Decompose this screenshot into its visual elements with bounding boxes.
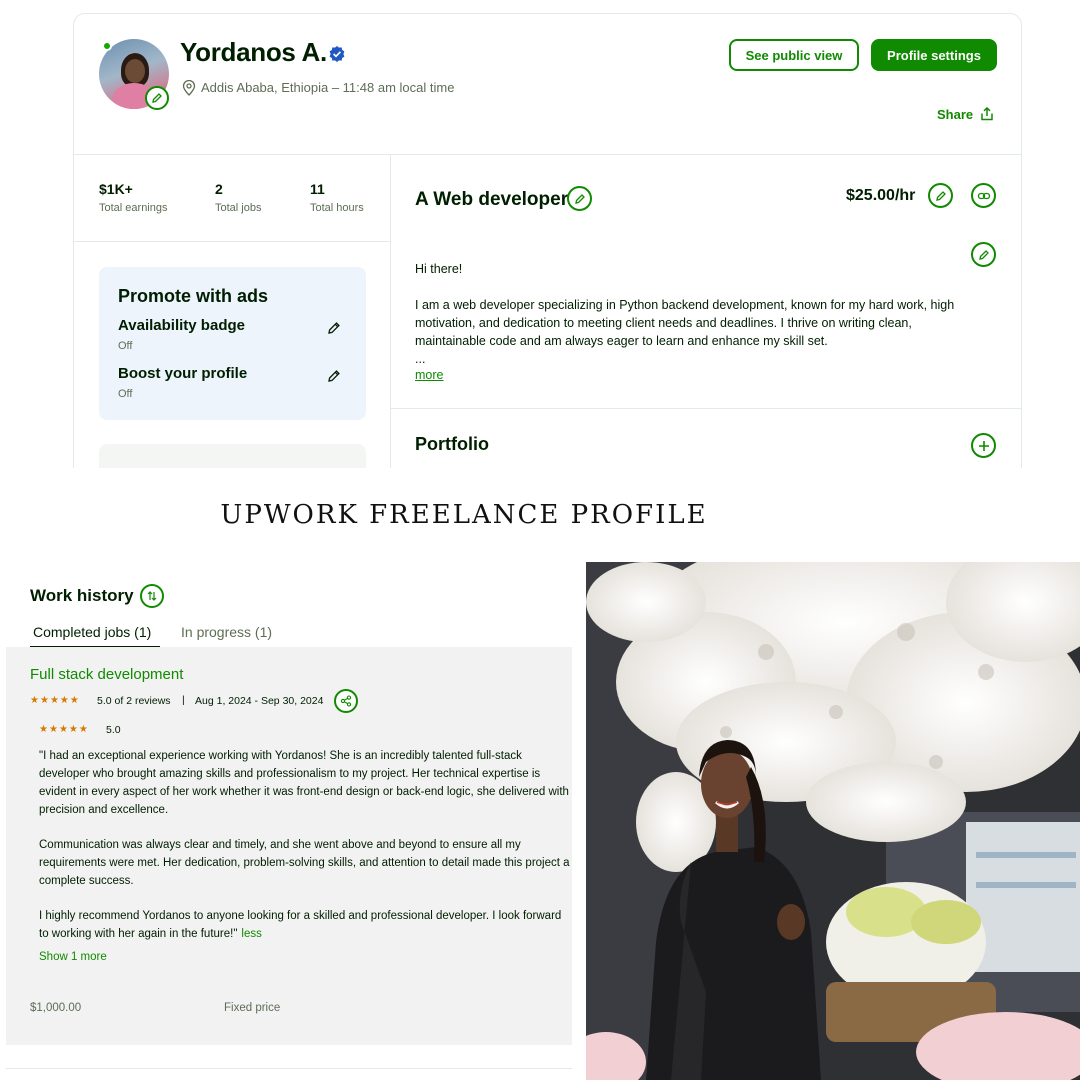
profile-photo <box>586 562 1080 1080</box>
divider <box>6 1068 572 1069</box>
stat-total-jobs: 2 Total jobs <box>215 181 261 214</box>
see-public-view-button[interactable]: See public view <box>729 39 859 71</box>
stat-label: Total jobs <box>215 202 262 214</box>
edit-availability-badge-pencil-icon[interactable] <box>327 321 341 335</box>
client-review: "I had an exceptional experience working… <box>39 747 571 943</box>
star-icon: ★ <box>59 695 70 706</box>
overview-more-link[interactable]: more <box>415 368 443 382</box>
promote-with-ads-panel: Promote with ads Availability badge Off … <box>99 267 366 420</box>
availability-badge-title: Availability badge <box>118 317 245 334</box>
boost-profile-status: Off <box>118 388 133 400</box>
availability-badge-status: Off <box>118 340 133 352</box>
profile-settings-button[interactable]: Profile settings <box>871 39 997 71</box>
star-icon: ★ <box>68 724 79 735</box>
sort-button[interactable] <box>140 584 164 608</box>
review-paragraph: "I had an exceptional experience working… <box>39 750 569 816</box>
edit-headline-button[interactable] <box>567 186 592 211</box>
divider <box>74 154 1021 155</box>
job-price: $1,000.00 <box>30 1002 82 1014</box>
job-price-type: Fixed price <box>224 1002 281 1014</box>
pencil-icon <box>935 190 946 201</box>
location-text: Addis Ababa, Ethiopia – 11:48 am local t… <box>201 80 455 95</box>
pencil-icon <box>978 249 989 260</box>
edit-overview-button[interactable] <box>971 242 996 267</box>
online-status-dot <box>102 41 112 51</box>
star-icon: ★ <box>58 724 69 735</box>
profile-overview: Hi there! I am a web developer specializ… <box>415 260 965 368</box>
boost-profile-title: Boost your profile <box>118 365 248 382</box>
stat-value: $1K+ <box>99 181 133 197</box>
link-icon <box>977 192 990 199</box>
profile-headline: A Web developer <box>415 189 569 210</box>
tab-completed-jobs[interactable]: Completed jobs (1) <box>33 624 151 640</box>
avatar-container <box>99 39 169 110</box>
portfolio-title: Portfolio <box>415 434 489 454</box>
stat-label: Total earnings <box>99 202 168 214</box>
share-job-button[interactable] <box>334 689 358 713</box>
column-divider <box>390 154 391 468</box>
review-paragraph: Communication was always clear and timel… <box>39 839 570 887</box>
work-history-title: Work history <box>30 586 134 605</box>
separator: | <box>182 694 185 706</box>
stat-label: Total hours <box>310 202 364 214</box>
review-less-link[interactable]: less <box>241 928 261 940</box>
pencil-icon <box>152 93 162 103</box>
tab-in-progress[interactable]: In progress (1) <box>181 624 272 640</box>
next-panel <box>99 444 366 468</box>
stat-value: 11 <box>310 181 325 197</box>
job-title-link[interactable]: Full stack development <box>30 666 183 683</box>
star-icon: ★ <box>30 695 40 706</box>
star-icon: ★ <box>49 695 60 706</box>
star-icon: ★ <box>39 695 50 706</box>
divider <box>74 241 390 242</box>
share-nodes-icon <box>340 695 352 707</box>
edit-boost-profile-pencil-icon[interactable] <box>327 369 341 383</box>
star-icon: ★ <box>48 724 59 735</box>
add-portfolio-button[interactable] <box>971 433 996 458</box>
overview-ellipsis: ... <box>415 352 426 366</box>
overview-body: I am a web developer specializing in Pyt… <box>415 298 955 348</box>
star-icon: ★ <box>78 724 89 735</box>
verified-badge-icon <box>329 46 345 62</box>
stat-value: 2 <box>215 181 223 197</box>
sort-arrows-icon <box>147 591 157 601</box>
share-button[interactable]: Share <box>937 106 995 122</box>
job-item: Full stack development ★★★★★ 5.0 of 2 re… <box>6 647 572 1045</box>
share-upload-icon <box>981 106 993 121</box>
portrait-with-flowers-image <box>586 562 1080 1080</box>
copy-link-button[interactable] <box>971 183 996 208</box>
rating-summary: 5.0 of 2 reviews <box>97 695 171 707</box>
pencil-icon <box>574 193 585 204</box>
review-star-rating: ★★★★★ <box>39 724 89 735</box>
collage-caption: UPWORK FREELANCE PROFILE <box>220 500 708 530</box>
divider <box>390 408 1021 409</box>
avatar-edit-button[interactable] <box>145 86 169 110</box>
overview-greeting: Hi there! <box>415 262 463 276</box>
plus-icon <box>978 440 989 451</box>
star-icon: ★ <box>69 695 80 706</box>
review-paragraph: I highly recommend Yordanos to anyone lo… <box>39 910 562 940</box>
review-rating-value: 5.0 <box>106 724 121 736</box>
hourly-rate: $25.00/hr <box>846 187 916 204</box>
stat-total-earnings: $1K+ Total earnings <box>99 181 168 214</box>
share-label: Share <box>937 106 974 122</box>
job-dates: Aug 1, 2024 - Sep 30, 2024 <box>195 695 324 707</box>
work-history-card: Work history Completed jobs (1) In progr… <box>6 562 572 1080</box>
show-more-reviews-link[interactable]: Show 1 more <box>39 951 107 963</box>
profile-name: Yordanos A. <box>180 37 327 67</box>
promote-title: Promote with ads <box>118 286 269 306</box>
job-star-rating: ★★★★★ <box>30 695 80 706</box>
location-pin-icon <box>182 80 196 96</box>
stat-total-hours: 11 Total hours <box>310 181 364 214</box>
star-icon: ★ <box>39 724 49 735</box>
edit-rate-button[interactable] <box>928 183 953 208</box>
profile-card: Yordanos A. Addis Ababa, Ethiopia – 11:4… <box>73 13 1022 468</box>
